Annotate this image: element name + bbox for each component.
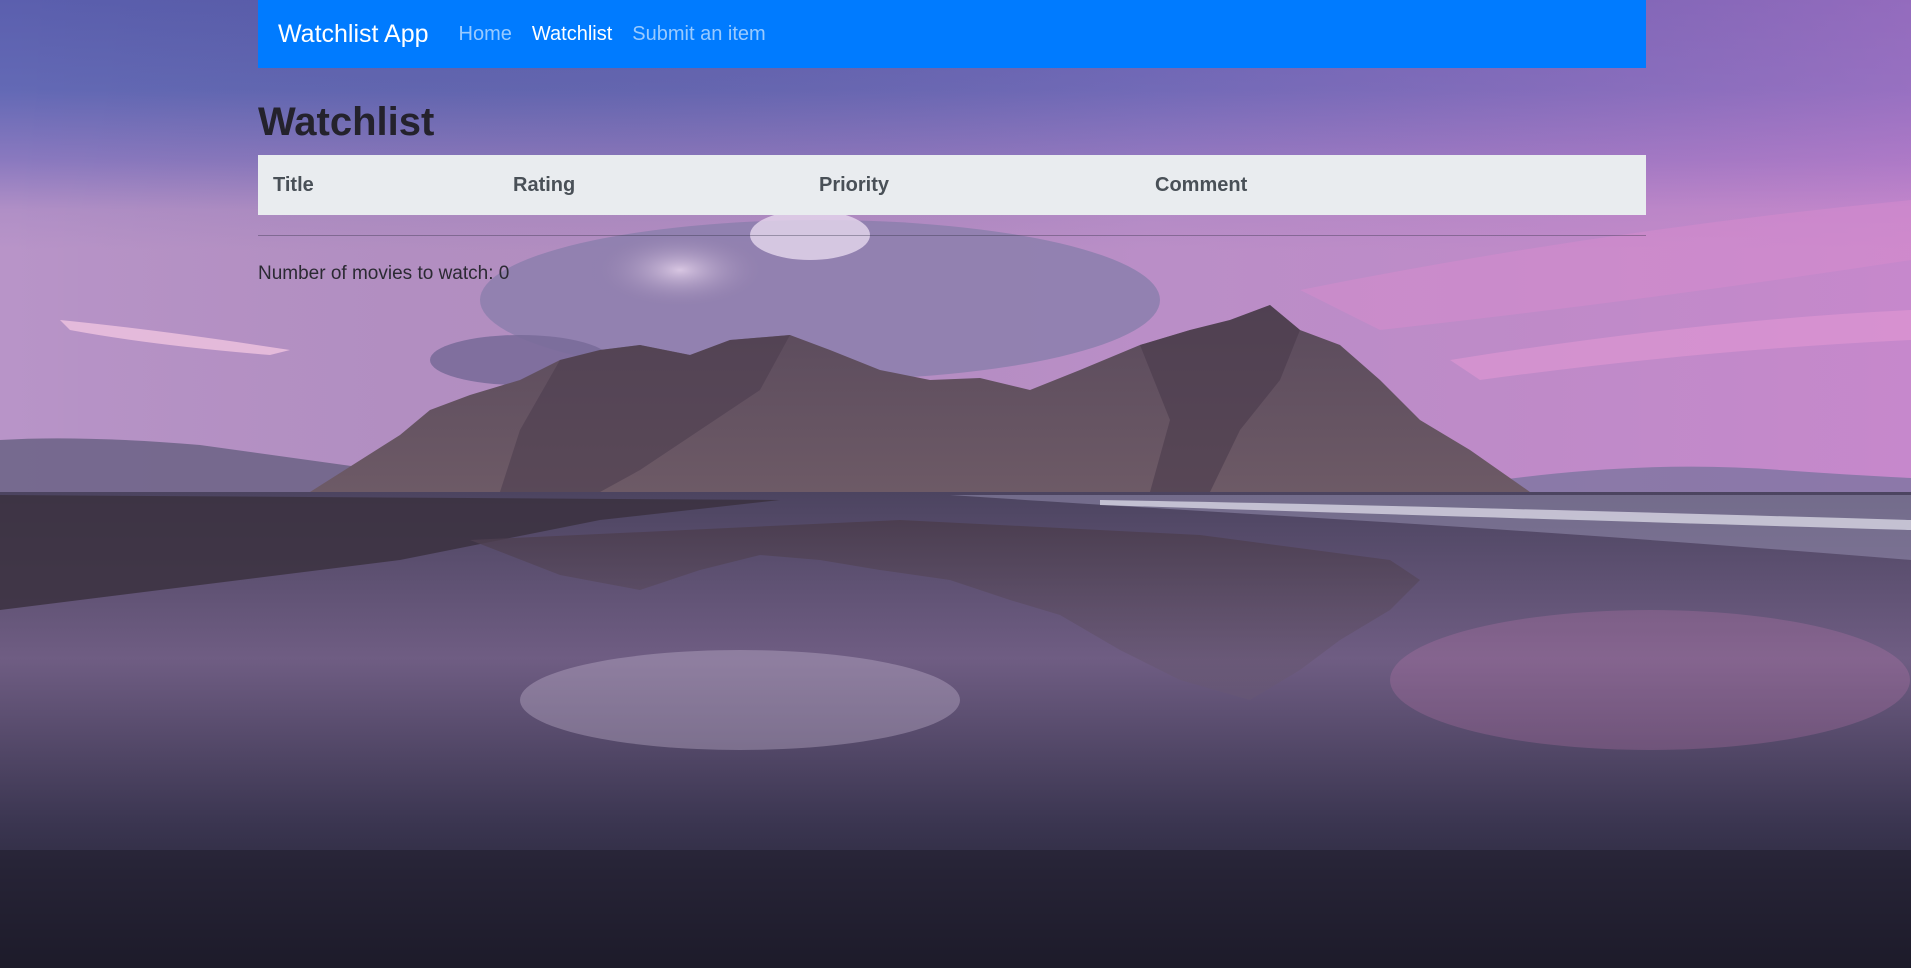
divider	[258, 235, 1646, 236]
main-container: Watchlist App Home Watchlist Submit an i…	[258, 0, 1646, 285]
nav-link-submit[interactable]: Submit an item	[632, 23, 765, 46]
column-header-rating: Rating	[513, 173, 576, 196]
column-header-title: Title	[273, 173, 314, 196]
page-title: Watchlist	[258, 100, 435, 144]
column-header-priority: Priority	[819, 173, 890, 196]
brand-link[interactable]: Watchlist App	[278, 20, 429, 49]
table-header-row: Title Rating Priority Comment	[258, 155, 1646, 215]
movie-count-text: Number of movies to watch: 0	[258, 263, 510, 284]
nav-link-home[interactable]: Home	[459, 23, 512, 46]
watchlist-table: Title Rating Priority Comment	[258, 155, 1646, 215]
column-header-comment: Comment	[1155, 173, 1248, 196]
table-header: Title Rating Priority Comment	[258, 155, 1646, 215]
navbar: Watchlist App Home Watchlist Submit an i…	[258, 0, 1646, 68]
nav-link-watchlist[interactable]: Watchlist	[532, 23, 612, 46]
